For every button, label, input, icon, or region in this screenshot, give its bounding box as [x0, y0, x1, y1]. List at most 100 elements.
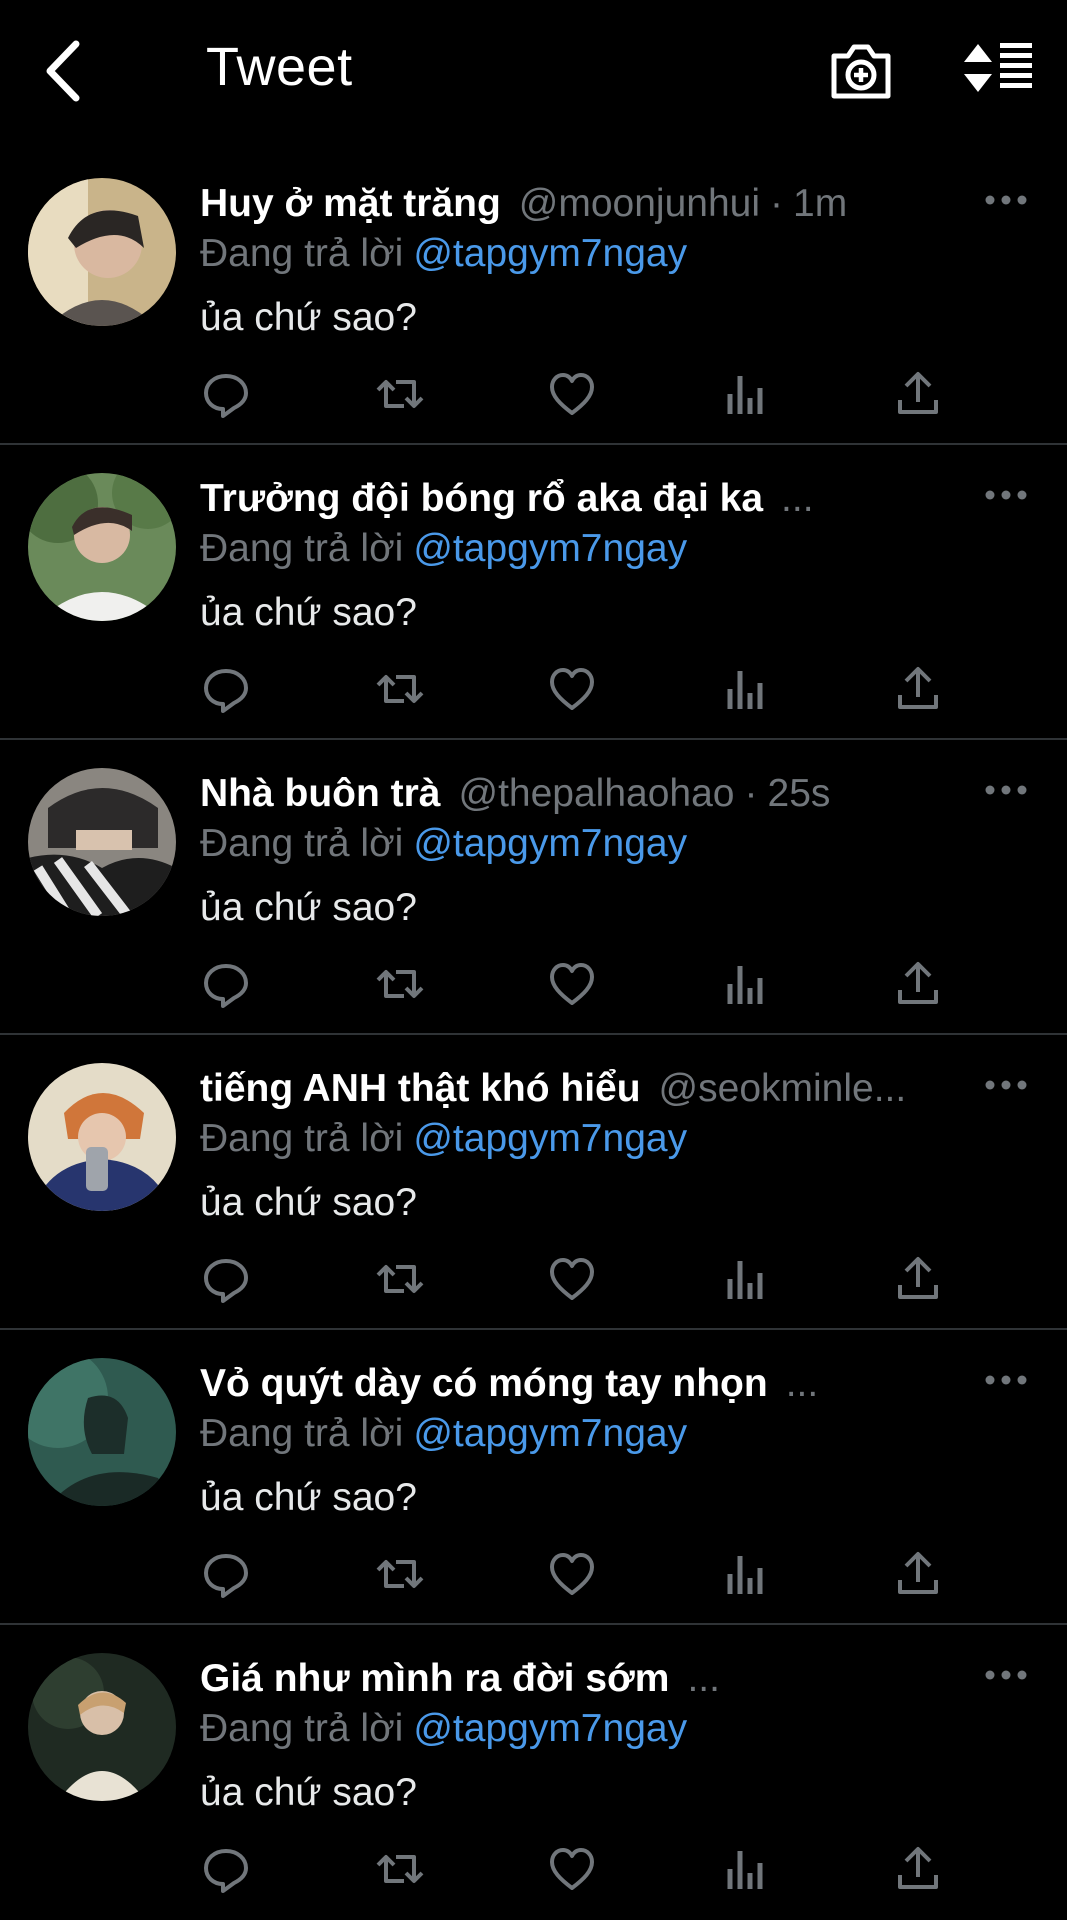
more-options-button[interactable]: [984, 485, 1028, 505]
like-button[interactable]: [546, 1253, 598, 1305]
tweet-item[interactable]: Trưởng đội bóng rổ aka đại ka... Đang tr…: [0, 445, 1067, 740]
avatar[interactable]: [28, 768, 176, 916]
avatar[interactable]: [28, 1063, 176, 1211]
tweet-text: ủa chứ sao?: [200, 1476, 417, 1519]
reply-icon: [204, 374, 248, 418]
reply-button[interactable]: [200, 958, 252, 1010]
like-icon: [550, 373, 594, 415]
retweet-icon: [376, 380, 424, 408]
like-button[interactable]: [546, 368, 598, 420]
sort-button[interactable]: [960, 40, 1034, 96]
separator-dot: ·: [744, 772, 758, 815]
retweet-button[interactable]: [374, 958, 426, 1010]
tweet-item[interactable]: Huy ở mặt trăng @moonjunhui · 1m Đang trả l…: [0, 150, 1067, 445]
retweet-icon: [376, 1560, 424, 1588]
tweet-item[interactable]: Vỏ quýt dày có móng tay nhọn... Đang trả…: [0, 1330, 1067, 1625]
camera-plus-icon: [831, 44, 891, 99]
analytics-button[interactable]: [720, 1253, 772, 1305]
retweet-icon: [376, 1265, 424, 1293]
like-icon: [550, 963, 594, 1005]
retweet-button[interactable]: [374, 1548, 426, 1600]
user-handle[interactable]: ...: [687, 1657, 720, 1700]
avatar[interactable]: [28, 1653, 176, 1801]
display-name[interactable]: Huy ở mặt trăng: [200, 182, 501, 225]
camera-button[interactable]: [828, 40, 894, 102]
avatar[interactable]: [28, 1358, 176, 1506]
replying-label: Đang trả lời: [200, 1117, 404, 1160]
like-button[interactable]: [546, 958, 598, 1010]
display-name[interactable]: Nhà buôn trà: [200, 772, 441, 815]
analytics-button[interactable]: [720, 1843, 772, 1895]
tweet-item[interactable]: tiếng ANH thật khó hiểu @seokminle... Đan…: [0, 1035, 1067, 1330]
share-button[interactable]: [892, 368, 944, 420]
like-icon: [550, 668, 594, 710]
mention-link[interactable]: @tapgym7ngay: [413, 822, 687, 865]
analytics-icon: [727, 1851, 763, 1889]
replying-label: Đang trả lời: [200, 1707, 404, 1750]
timestamp: 1m: [793, 182, 848, 225]
like-button[interactable]: [546, 1843, 598, 1895]
share-icon: [898, 1847, 938, 1889]
share-button[interactable]: [892, 1843, 944, 1895]
retweet-icon: [376, 675, 424, 703]
more-options-button[interactable]: [984, 190, 1028, 210]
retweet-icon: [376, 1855, 424, 1883]
reply-button[interactable]: [200, 663, 252, 715]
mention-link[interactable]: @tapgym7ngay: [413, 1117, 687, 1160]
more-options-button[interactable]: [984, 1075, 1028, 1095]
share-button[interactable]: [892, 1253, 944, 1305]
tweet-item[interactable]: Nhà buôn trà @thepalhaohao · 25s Đang trả l…: [0, 740, 1067, 1035]
reply-button[interactable]: [200, 1843, 252, 1895]
like-button[interactable]: [546, 663, 598, 715]
reply-button[interactable]: [200, 1253, 252, 1305]
reply-icon: [204, 669, 248, 713]
user-handle[interactable]: @thepalhaohao: [459, 772, 735, 815]
analytics-button[interactable]: [720, 663, 772, 715]
action-bar: [200, 1253, 960, 1305]
tweet-text: ủa chứ sao?: [200, 1771, 417, 1814]
avatar[interactable]: [28, 473, 176, 621]
more-dots-icon: [985, 195, 1027, 205]
tweet-item[interactable]: Giá như mình ra đời sớm... Đang trả lời @…: [0, 1625, 1067, 1920]
more-options-button[interactable]: [984, 1665, 1028, 1685]
display-name[interactable]: Vỏ quýt dày có móng tay nhọn: [200, 1362, 768, 1405]
mention-link[interactable]: @tapgym7ngay: [413, 1412, 687, 1455]
more-options-button[interactable]: [984, 1370, 1028, 1390]
back-button[interactable]: [40, 38, 88, 104]
replying-label: Đang trả lời: [200, 232, 404, 275]
mention-link[interactable]: @tapgym7ngay: [413, 527, 687, 570]
page-title: Tweet: [206, 37, 353, 97]
like-button[interactable]: [546, 1548, 598, 1600]
analytics-button[interactable]: [720, 1548, 772, 1600]
analytics-button[interactable]: [720, 958, 772, 1010]
tweet-text: ủa chứ sao?: [200, 1181, 417, 1224]
action-bar: [200, 1843, 960, 1895]
user-handle[interactable]: @moonjunhui: [519, 182, 760, 225]
reply-button[interactable]: [200, 1548, 252, 1600]
sort-list-icon: [964, 43, 1032, 92]
more-dots-icon: [985, 1080, 1027, 1090]
replying-label: Đang trả lời: [200, 1412, 404, 1455]
share-button[interactable]: [892, 1548, 944, 1600]
avatar[interactable]: [28, 178, 176, 326]
retweet-button[interactable]: [374, 368, 426, 420]
share-button[interactable]: [892, 958, 944, 1010]
reply-icon: [204, 1849, 248, 1893]
more-options-button[interactable]: [984, 780, 1028, 800]
mention-link[interactable]: @tapgym7ngay: [413, 232, 687, 275]
analytics-icon: [727, 966, 763, 1004]
display-name[interactable]: Trưởng đội bóng rổ aka đại ka: [200, 477, 763, 520]
analytics-button[interactable]: [720, 368, 772, 420]
user-handle[interactable]: ...: [781, 477, 814, 520]
user-handle[interactable]: ...: [786, 1362, 819, 1405]
retweet-button[interactable]: [374, 1253, 426, 1305]
retweet-button[interactable]: [374, 663, 426, 715]
user-handle[interactable]: @seokminle...: [659, 1067, 907, 1110]
share-button[interactable]: [892, 663, 944, 715]
replying-to: Đang trả lời @tapgym7ngay: [200, 523, 687, 575]
retweet-button[interactable]: [374, 1843, 426, 1895]
display-name[interactable]: tiếng ANH thật khó hiểu: [200, 1067, 641, 1110]
mention-link[interactable]: @tapgym7ngay: [413, 1707, 687, 1750]
reply-button[interactable]: [200, 368, 252, 420]
display-name[interactable]: Giá như mình ra đời sớm: [200, 1657, 669, 1700]
